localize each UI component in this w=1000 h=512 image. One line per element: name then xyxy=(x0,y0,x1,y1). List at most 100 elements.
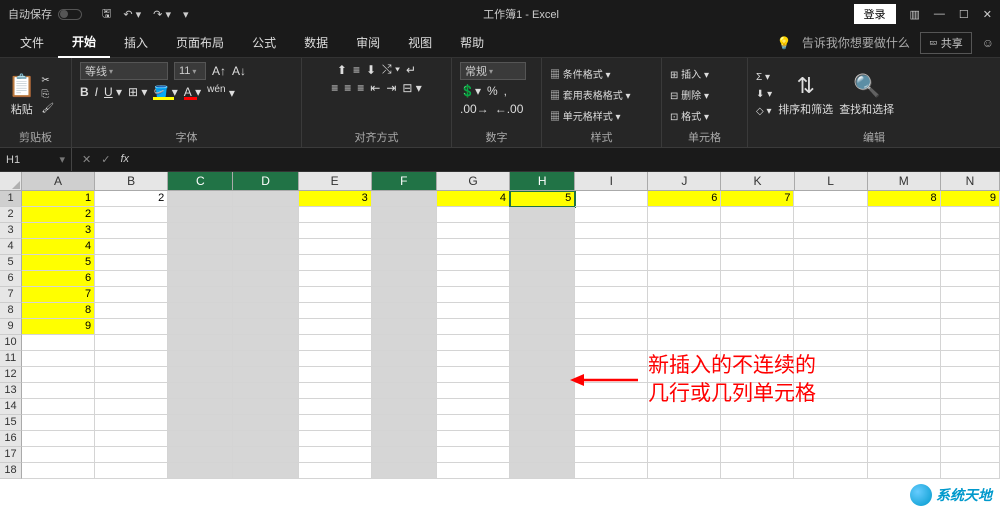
share-button[interactable]: ⮹ 共享 xyxy=(920,32,972,54)
cell[interactable] xyxy=(372,271,437,287)
cell[interactable] xyxy=(372,287,437,303)
decrease-decimal-icon[interactable]: ←.00 xyxy=(495,102,524,116)
cell[interactable] xyxy=(794,191,867,207)
col-header-B[interactable]: B xyxy=(95,172,168,191)
cell[interactable] xyxy=(95,287,168,303)
cell[interactable] xyxy=(299,239,372,255)
cell[interactable]: 4 xyxy=(22,239,95,255)
close-icon[interactable]: ✕ xyxy=(983,8,992,21)
row-header-10[interactable]: 10 xyxy=(0,335,22,351)
cell[interactable] xyxy=(721,287,794,303)
fx-icon[interactable]: fx xyxy=(120,153,129,166)
cell[interactable] xyxy=(372,207,437,223)
cell[interactable] xyxy=(648,463,721,479)
font-name-combo[interactable]: 等线 xyxy=(80,62,168,80)
cell[interactable] xyxy=(372,383,437,399)
cell[interactable] xyxy=(794,287,867,303)
cell[interactable] xyxy=(168,303,233,319)
tellme-input[interactable]: 告诉我你想要做什么 xyxy=(802,34,910,51)
currency-icon[interactable]: 💲▾ xyxy=(460,84,481,98)
tab-insert[interactable]: 插入 xyxy=(110,28,162,57)
row-header-13[interactable]: 13 xyxy=(0,383,22,399)
cell[interactable] xyxy=(721,271,794,287)
format-painter-icon[interactable]: 🖌 xyxy=(41,103,54,114)
conditional-format-button[interactable]: ▦ 条件格式 ▾ xyxy=(550,66,631,81)
cell[interactable] xyxy=(941,207,1000,223)
cell[interactable] xyxy=(168,287,233,303)
row-header-18[interactable]: 18 xyxy=(0,463,22,479)
col-header-E[interactable]: E xyxy=(299,172,372,191)
cell[interactable] xyxy=(233,399,298,415)
cell[interactable] xyxy=(868,463,941,479)
cell[interactable] xyxy=(233,191,298,207)
tab-file[interactable]: 文件 xyxy=(6,28,58,57)
row-header-11[interactable]: 11 xyxy=(0,351,22,367)
cell[interactable] xyxy=(372,367,437,383)
cell[interactable]: 8 xyxy=(868,191,941,207)
cell[interactable] xyxy=(437,207,510,223)
cell[interactable] xyxy=(299,463,372,479)
delete-cells-button[interactable]: ⊟ 删除 ▾ xyxy=(670,87,709,102)
cell[interactable] xyxy=(372,431,437,447)
cell[interactable] xyxy=(233,239,298,255)
col-header-M[interactable]: M xyxy=(868,172,941,191)
increase-decimal-icon[interactable]: .00→ xyxy=(460,102,489,116)
row-header-9[interactable]: 9 xyxy=(0,319,22,335)
cell[interactable] xyxy=(95,351,168,367)
undo-icon[interactable]: ↶ ▾ xyxy=(123,8,141,21)
col-header-J[interactable]: J xyxy=(648,172,721,191)
col-header-K[interactable]: K xyxy=(721,172,794,191)
cell[interactable] xyxy=(941,255,1000,271)
cell[interactable] xyxy=(437,367,510,383)
cell[interactable] xyxy=(941,335,1000,351)
cell[interactable] xyxy=(868,399,941,415)
cell[interactable] xyxy=(648,431,721,447)
cell[interactable]: 3 xyxy=(22,223,95,239)
cell[interactable]: 6 xyxy=(648,191,721,207)
cell[interactable] xyxy=(22,383,95,399)
cell[interactable] xyxy=(941,431,1000,447)
cell[interactable]: 1 xyxy=(22,191,95,207)
cell[interactable] xyxy=(868,351,941,367)
row-header-5[interactable]: 5 xyxy=(0,255,22,271)
cell[interactable] xyxy=(941,239,1000,255)
cell[interactable] xyxy=(575,447,648,463)
cell[interactable] xyxy=(372,319,437,335)
cell[interactable] xyxy=(868,335,941,351)
cell[interactable] xyxy=(95,447,168,463)
cell[interactable] xyxy=(868,255,941,271)
cell[interactable] xyxy=(510,415,575,431)
cell[interactable] xyxy=(233,335,298,351)
cell[interactable] xyxy=(299,255,372,271)
cell[interactable] xyxy=(437,303,510,319)
cell[interactable] xyxy=(95,239,168,255)
cell[interactable] xyxy=(95,367,168,383)
cell[interactable] xyxy=(437,239,510,255)
cell[interactable] xyxy=(437,399,510,415)
cell[interactable] xyxy=(575,191,648,207)
cell[interactable] xyxy=(510,207,575,223)
cell[interactable] xyxy=(372,255,437,271)
cell[interactable] xyxy=(299,367,372,383)
row-header-6[interactable]: 6 xyxy=(0,271,22,287)
row-header-7[interactable]: 7 xyxy=(0,287,22,303)
cell[interactable] xyxy=(372,399,437,415)
find-select-button[interactable]: 🔍 查找和选择 xyxy=(839,73,894,117)
redo-icon[interactable]: ↷ ▾ xyxy=(153,8,171,21)
cell[interactable] xyxy=(233,271,298,287)
col-header-I[interactable]: I xyxy=(575,172,648,191)
cell[interactable] xyxy=(575,319,648,335)
cell[interactable] xyxy=(575,287,648,303)
cell[interactable] xyxy=(437,319,510,335)
insert-cells-button[interactable]: ⊞ 插入 ▾ xyxy=(670,66,709,81)
cell[interactable] xyxy=(95,255,168,271)
cell[interactable] xyxy=(794,271,867,287)
col-header-D[interactable]: D xyxy=(233,172,298,191)
cell[interactable] xyxy=(168,255,233,271)
cell[interactable] xyxy=(648,207,721,223)
cell[interactable] xyxy=(575,223,648,239)
cell[interactable] xyxy=(299,383,372,399)
cell[interactable] xyxy=(510,319,575,335)
cell[interactable] xyxy=(721,303,794,319)
cell[interactable] xyxy=(233,255,298,271)
